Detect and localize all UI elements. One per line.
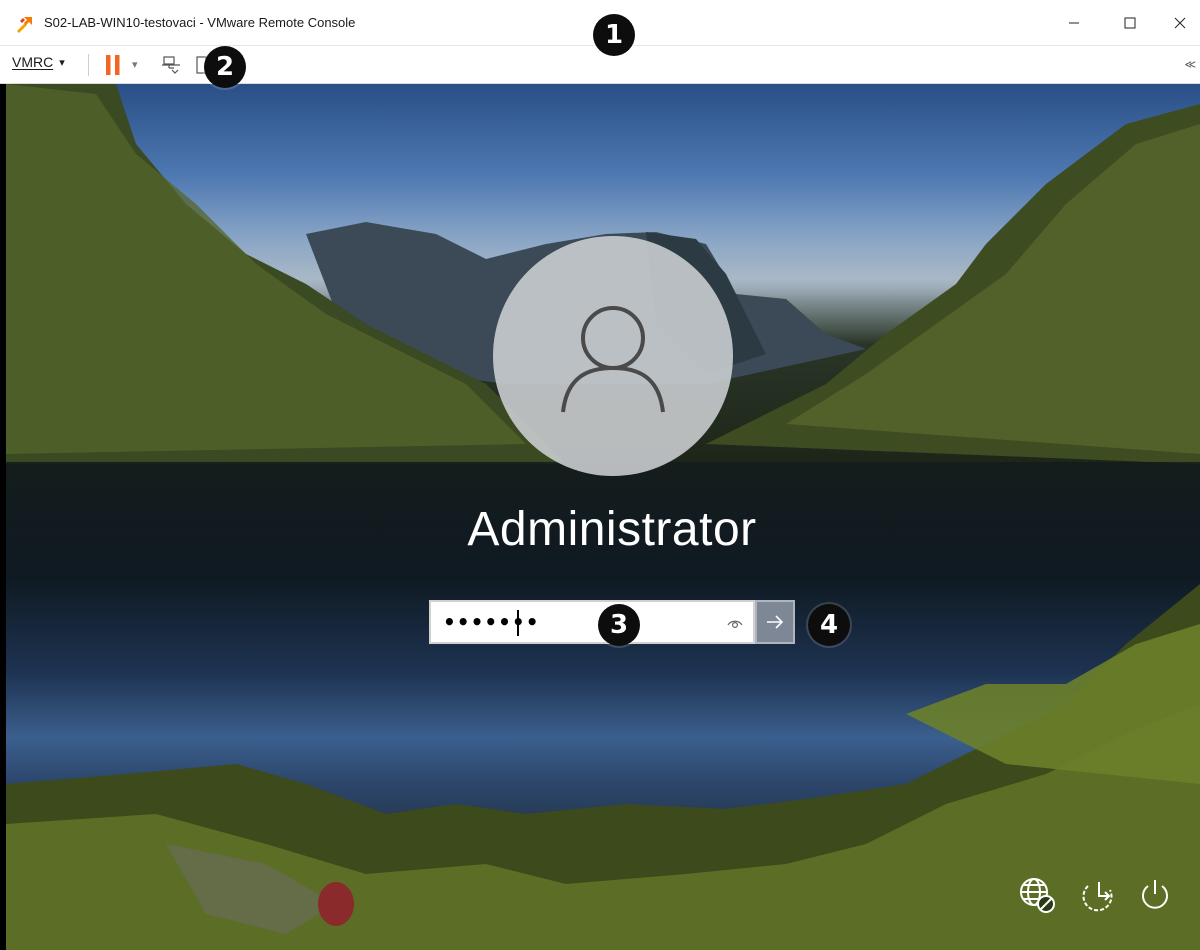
vmrc-menu-label: VMRC <box>12 54 54 70</box>
window-title: S02-LAB-WIN10-testovaci - VMware Remote … <box>44 15 356 30</box>
callout-2: 2 <box>204 46 246 88</box>
ease-of-access-icon[interactable] <box>1080 876 1118 914</box>
text-caret <box>517 610 519 636</box>
maximize-icon <box>1124 17 1136 29</box>
collapse-toolbar-button[interactable]: ≪ <box>1184 58 1196 71</box>
user-avatar <box>493 236 733 476</box>
toolbar-divider <box>88 54 89 76</box>
password-field-value: ••••••• <box>443 610 540 634</box>
close-icon <box>1174 17 1186 29</box>
vmrc-toolbar: VMRC ▾ ▾ ≪ <box>0 46 1200 84</box>
callout-4: 4 <box>808 604 850 646</box>
reveal-password-icon[interactable] <box>725 613 745 633</box>
pause-icon[interactable] <box>104 54 122 76</box>
pause-dropdown-icon[interactable]: ▾ <box>132 58 138 71</box>
submit-arrow-icon <box>767 615 784 629</box>
send-keys-icon[interactable] <box>160 55 182 75</box>
vmrc-menu-button[interactable]: VMRC ▾ <box>12 54 65 70</box>
chevron-down-icon: ▾ <box>59 56 65 69</box>
submit-button[interactable] <box>755 600 795 644</box>
network-icon[interactable] <box>1018 876 1056 914</box>
callout-1: 1 <box>593 14 635 56</box>
username-label: Administrator <box>467 503 757 556</box>
close-button[interactable] <box>1158 8 1200 38</box>
callout-3: 3 <box>598 604 640 646</box>
minimize-icon <box>1069 22 1079 24</box>
power-icon[interactable] <box>1136 876 1174 914</box>
minimize-button[interactable] <box>1052 8 1096 38</box>
vmrc-app-icon <box>17 17 32 33</box>
user-avatar-icon <box>561 306 665 413</box>
maximize-button[interactable] <box>1108 8 1152 38</box>
password-input[interactable]: ••••••• <box>429 600 755 644</box>
lock-screen: Administrator ••••••• <box>6 84 1200 950</box>
